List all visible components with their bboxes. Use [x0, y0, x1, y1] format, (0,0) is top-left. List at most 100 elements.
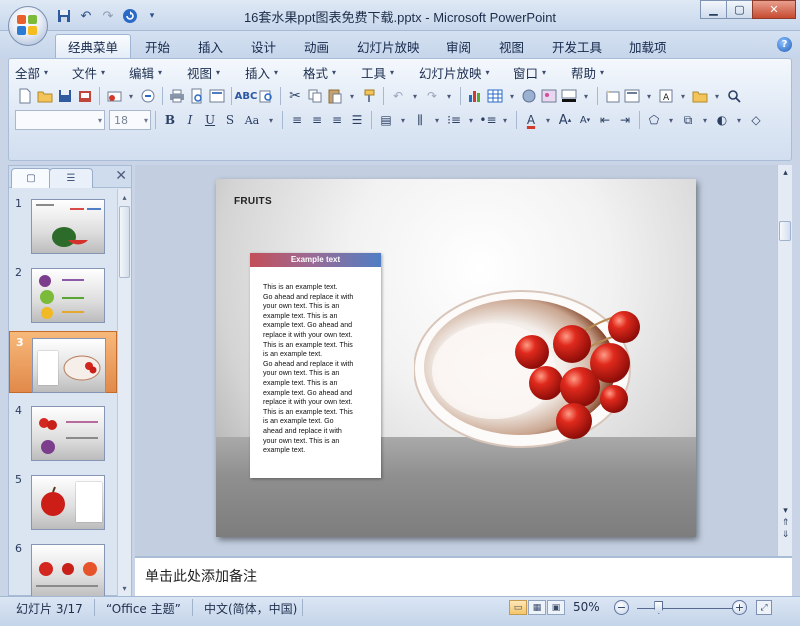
- bold-icon[interactable]: B: [160, 110, 180, 130]
- shapes-icon[interactable]: ⬠: [644, 110, 664, 130]
- insert-chart-icon[interactable]: [465, 86, 485, 106]
- notes-placeholder[interactable]: 单击此处添加备注: [145, 566, 257, 586]
- font-size-combo[interactable]: 18 ▾: [109, 110, 151, 130]
- next-slide-icon[interactable]: ⇓: [779, 529, 792, 541]
- slide-sorter-icon[interactable]: ▦: [528, 600, 546, 615]
- dropdown-arrow-icon[interactable]: ▾: [345, 86, 359, 106]
- normal-view-icon[interactable]: ▭: [509, 600, 527, 615]
- grow-font-icon[interactable]: A ▴: [555, 110, 575, 130]
- dropdown-arrow-icon[interactable]: ▾: [498, 110, 512, 130]
- dropdown-arrow-icon[interactable]: ▾: [710, 86, 724, 106]
- tab-view[interactable]: 视图: [487, 34, 536, 58]
- numbering-icon[interactable]: ⁝≡: [444, 110, 464, 130]
- language-indicator[interactable]: 中文(简体，中国): [204, 600, 297, 617]
- save-icon[interactable]: [55, 86, 75, 106]
- format-painter-icon[interactable]: [359, 86, 379, 106]
- slideshow-view-icon[interactable]: ▣: [547, 600, 565, 615]
- decrease-indent-icon[interactable]: ⇤: [595, 110, 615, 130]
- zoom-slider-knob[interactable]: [654, 601, 664, 614]
- paste-icon[interactable]: [325, 86, 345, 106]
- menu-all[interactable]: 全部 ▾: [15, 63, 72, 81]
- shape-fill-icon[interactable]: ◇: [746, 110, 766, 130]
- dropdown-arrow-icon[interactable]: ▾: [396, 110, 410, 130]
- slide-thumbnail[interactable]: 1: [9, 193, 117, 255]
- close-icon[interactable]: ✕: [752, 0, 796, 19]
- menu-help[interactable]: 帮助 ▾: [571, 63, 629, 81]
- dropdown-arrow-icon[interactable]: ▾: [732, 110, 746, 130]
- tab-animations[interactable]: 动画: [292, 34, 341, 58]
- research-icon[interactable]: [256, 86, 276, 106]
- cut-icon[interactable]: ✂: [285, 86, 305, 106]
- new-slide-icon[interactable]: [602, 86, 622, 106]
- dropdown-arrow-icon[interactable]: ▾: [698, 110, 712, 130]
- menu-view[interactable]: 视图 ▾: [187, 63, 245, 81]
- previous-slide-icon[interactable]: ⇑: [779, 517, 792, 529]
- tab-developer[interactable]: 开发工具: [540, 34, 614, 58]
- theme-name[interactable]: “Office 主题”: [106, 600, 181, 617]
- open-folder-icon[interactable]: [690, 86, 710, 106]
- align-right-icon[interactable]: ≡: [327, 110, 347, 130]
- tab-outline[interactable]: ☰: [49, 168, 93, 188]
- slides-panel-scrollbar[interactable]: ▴ ▾: [117, 189, 131, 596]
- dropdown-arrow-icon[interactable]: ▾: [408, 86, 422, 106]
- insert-picture-icon[interactable]: [539, 86, 559, 106]
- office-button[interactable]: [8, 6, 48, 46]
- dropdown-arrow-icon[interactable]: ▾: [430, 110, 444, 130]
- example-text-box[interactable]: Example text This is an example text. Go…: [250, 253, 381, 478]
- text-direction-icon[interactable]: ⫼: [410, 110, 430, 130]
- scroll-up-icon[interactable]: ▴: [779, 167, 792, 179]
- tab-review[interactable]: 审阅: [434, 34, 483, 58]
- menu-edit[interactable]: 编辑 ▾: [129, 63, 187, 81]
- dropdown-arrow-icon[interactable]: ▾: [579, 86, 593, 106]
- slide-thumbnail[interactable]: 2: [9, 262, 117, 324]
- align-center-icon[interactable]: ≡: [307, 110, 327, 130]
- dropdown-arrow-icon[interactable]: ▾: [505, 86, 519, 106]
- tab-design[interactable]: 设计: [239, 34, 288, 58]
- align-left-icon[interactable]: ≡: [287, 110, 307, 130]
- print-preview-icon[interactable]: [187, 86, 207, 106]
- insert-clipart-icon[interactable]: [519, 86, 539, 106]
- tab-addins[interactable]: 加载项: [617, 34, 679, 58]
- layout-icon[interactable]: [207, 86, 227, 106]
- scroll-down-icon[interactable]: ▾: [118, 581, 131, 595]
- zoom-in-icon[interactable]: +: [732, 600, 747, 615]
- menu-window[interactable]: 窗口 ▾: [513, 63, 571, 81]
- new-document-icon[interactable]: [15, 86, 35, 106]
- scroll-down-icon[interactable]: ▾: [779, 505, 792, 517]
- insert-table-icon[interactable]: [485, 86, 505, 106]
- copy-icon[interactable]: [305, 86, 325, 106]
- tab-slideshow[interactable]: 幻灯片放映: [345, 34, 432, 58]
- font-color-icon[interactable]: A: [521, 110, 541, 130]
- slide-thumbnail[interactable]: 6: [9, 538, 117, 596]
- shadow-icon[interactable]: S: [220, 110, 240, 130]
- email-icon[interactable]: [104, 86, 124, 106]
- bullets-icon[interactable]: •≡: [478, 110, 498, 130]
- tab-slides[interactable]: ▢: [11, 168, 51, 188]
- print-icon[interactable]: [167, 86, 187, 106]
- publish-icon[interactable]: [138, 86, 158, 106]
- zoom-out-icon[interactable]: −: [614, 600, 629, 615]
- zoom-level[interactable]: 50%: [573, 600, 600, 614]
- scrollbar-thumb[interactable]: [779, 221, 791, 241]
- slide-layout-icon[interactable]: [622, 86, 642, 106]
- increase-indent-icon[interactable]: ⇥: [615, 110, 635, 130]
- slide-thumbnail[interactable]: 4: [9, 400, 117, 462]
- fruit-bowl-picture[interactable]: [414, 287, 640, 449]
- editor-scrollbar[interactable]: ▴ ▾ ⇑ ⇓: [777, 165, 792, 556]
- scrollbar-thumb[interactable]: [119, 206, 130, 278]
- undo-icon[interactable]: ↶: [388, 86, 408, 106]
- italic-icon[interactable]: I: [180, 110, 200, 130]
- menu-slideshow[interactable]: 幻灯片放映 ▾: [419, 63, 513, 81]
- dropdown-arrow-icon[interactable]: ▾: [464, 110, 478, 130]
- quick-styles-icon[interactable]: ◐: [712, 110, 732, 130]
- slide-canvas[interactable]: FRUITS Example text This is an example t…: [216, 179, 696, 537]
- menu-file[interactable]: 文件 ▾: [72, 63, 129, 81]
- search-icon[interactable]: [724, 86, 744, 106]
- menu-insert[interactable]: 插入 ▾: [245, 63, 303, 81]
- dropdown-arrow-icon[interactable]: ▾: [541, 110, 555, 130]
- underline-icon[interactable]: U: [200, 110, 220, 130]
- slide-thumbnail[interactable]: 5: [9, 469, 117, 531]
- text-box-icon[interactable]: A: [656, 86, 676, 106]
- help-icon[interactable]: ?: [777, 37, 792, 52]
- columns-icon[interactable]: ▤: [376, 110, 396, 130]
